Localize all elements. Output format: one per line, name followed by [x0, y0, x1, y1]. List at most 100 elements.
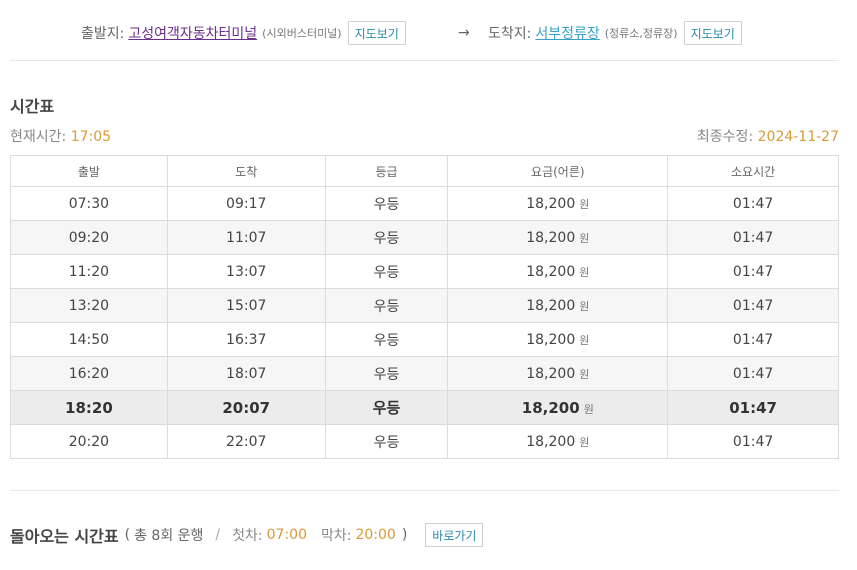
paren-close: )	[401, 527, 408, 543]
col-header-arrive: 도착	[166, 155, 326, 187]
go-to-return-button[interactable]: 바로가기	[425, 523, 484, 547]
arrive-time: 16:37	[166, 322, 326, 357]
duration: 01:47	[667, 288, 839, 323]
last-updated: 최종수정: 2024-11-27	[697, 126, 839, 146]
table-row: 13:20 15:07 우등 18,200 원 01:47	[10, 288, 839, 323]
bus-grade: 우등	[324, 424, 449, 459]
currency-unit: 원	[579, 265, 590, 279]
arrival-group: 도착지: 서부정류장 (정류소,정류장) 지도보기	[488, 19, 742, 47]
departure-map-button[interactable]: 지도보기	[347, 21, 406, 45]
fare-cell: 18,200 원	[447, 288, 669, 323]
table-row: 16:20 18:07 우등 18,200 원 01:47	[10, 356, 839, 391]
currency-unit: 원	[579, 435, 590, 449]
duration: 01:47	[667, 186, 839, 221]
table-row: 11:20 13:07 우등 18,200 원 01:47	[10, 254, 839, 289]
arrive-time: 09:17	[166, 186, 326, 221]
duration: 01:47	[667, 390, 839, 425]
duration: 01:47	[667, 220, 839, 255]
last-bus-value: 20:00	[355, 527, 396, 543]
fare-cell: 18,200 원	[447, 356, 669, 391]
duration: 01:47	[667, 424, 839, 459]
depart-time: 20:20	[10, 424, 168, 459]
currency-unit: 원	[579, 367, 590, 381]
bus-grade: 우등	[324, 186, 449, 221]
fare-cell: 18,200 원	[447, 390, 669, 425]
departure-label: 출발지:	[81, 26, 125, 42]
arrow-group: →	[458, 19, 470, 47]
divider-bottom	[10, 490, 839, 491]
arrive-time: 20:07	[166, 390, 326, 425]
bus-grade: 우등	[324, 390, 449, 425]
departure-link[interactable]: 고성여객자동차터미널	[128, 23, 257, 43]
return-timetable-summary: 돌아오는 시간표 ( 총 8회 운행 / 첫차: 07:00 막차: 20:00…	[10, 522, 484, 548]
arrive-time: 13:07	[166, 254, 326, 289]
col-header-grade: 등급	[324, 155, 449, 187]
currency-unit: 원	[579, 299, 590, 313]
arrival-map-button[interactable]: 지도보기	[683, 21, 742, 45]
fare-value: 18,200	[526, 195, 576, 212]
last-updated-value: 2024-11-27	[757, 129, 839, 145]
route-arrow-icon: →	[458, 25, 470, 41]
bus-grade: 우등	[324, 254, 449, 289]
arrive-time: 22:07	[166, 424, 326, 459]
last-bus-label: 막차:	[320, 528, 352, 544]
arrival-label: 도착지:	[488, 26, 532, 42]
table-row: 07:30 09:17 우등 18,200 원 01:47	[10, 186, 839, 221]
arrive-time: 15:07	[166, 288, 326, 323]
arrival-type: (정류소,정류장)	[604, 27, 678, 40]
route-bar: 출발지: 고성여객자동차터미널 (시외버스터미널) 지도보기 → 도착지: 서부…	[0, 19, 857, 47]
depart-time: 16:20	[10, 356, 168, 391]
last-updated-label: 최종수정:	[696, 129, 754, 145]
timetable: 출발 도착 등급 요금(어른) 소요시간 07:30 09:17 우등 18,2…	[10, 155, 839, 459]
bus-grade: 우등	[324, 288, 449, 323]
timetable-title: 시간표	[10, 97, 55, 116]
col-header-duration: 소요시간	[667, 155, 839, 187]
currency-unit: 원	[579, 197, 590, 211]
bus-grade: 우등	[324, 220, 449, 255]
first-bus-label: 첫차:	[232, 528, 263, 544]
duration: 01:47	[667, 254, 839, 289]
depart-time: 09:20	[10, 220, 168, 255]
currency-unit: 원	[579, 231, 590, 245]
depart-time: 11:20	[10, 254, 168, 289]
fare-value: 18,200	[526, 229, 576, 246]
fare-cell: 18,200 원	[447, 254, 669, 289]
return-title: 돌아오는 시간표	[10, 527, 119, 546]
col-header-fare: 요금(어른)	[447, 155, 669, 187]
current-time-label: 현재시간:	[10, 129, 67, 145]
duration: 01:47	[667, 356, 839, 391]
departure-group: 출발지: 고성여객자동차터미널 (시외버스터미널) 지도보기	[81, 19, 406, 47]
depart-time: 13:20	[10, 288, 168, 323]
fare-cell: 18,200 원	[447, 322, 669, 357]
depart-time: 18:20	[10, 390, 168, 425]
fare-cell: 18,200 원	[447, 220, 669, 255]
table-row: 14:50 16:37 우등 18,200 원 01:47	[10, 322, 839, 357]
current-time-value: 17:05	[70, 129, 112, 145]
first-bus-value: 07:00	[266, 527, 307, 543]
paren-open: (	[124, 527, 131, 543]
bus-grade: 우등	[324, 322, 449, 357]
departure-type: (시외버스터미널)	[262, 27, 342, 40]
currency-unit: 원	[579, 333, 590, 347]
arrival-link[interactable]: 서부정류장	[535, 23, 599, 43]
fare-value: 18,200	[526, 297, 576, 314]
arrive-time: 18:07	[166, 356, 326, 391]
fare-value: 18,200	[526, 365, 576, 382]
fare-cell: 18,200 원	[447, 424, 669, 459]
timetable-header-row: 출발 도착 등급 요금(어른) 소요시간	[10, 155, 839, 187]
fare-value: 18,200	[526, 433, 576, 450]
bus-grade: 우등	[324, 356, 449, 391]
table-row-current: 18:20 20:07 우등 18,200 원 01:47	[10, 390, 839, 425]
separator: /	[215, 527, 221, 543]
fare-cell: 18,200 원	[447, 186, 669, 221]
currency-unit: 원	[583, 402, 594, 416]
col-header-depart: 출발	[10, 155, 168, 187]
fare-value: 18,200	[526, 331, 576, 348]
arrive-time: 11:07	[166, 220, 326, 255]
table-row: 09:20 11:07 우등 18,200 원 01:47	[10, 220, 839, 255]
depart-time: 14:50	[10, 322, 168, 357]
service-count: 총 8회 운행	[134, 528, 204, 544]
fare-value: 18,200	[526, 263, 576, 280]
divider-top	[10, 60, 839, 61]
table-row: 20:20 22:07 우등 18,200 원 01:47	[10, 424, 839, 459]
